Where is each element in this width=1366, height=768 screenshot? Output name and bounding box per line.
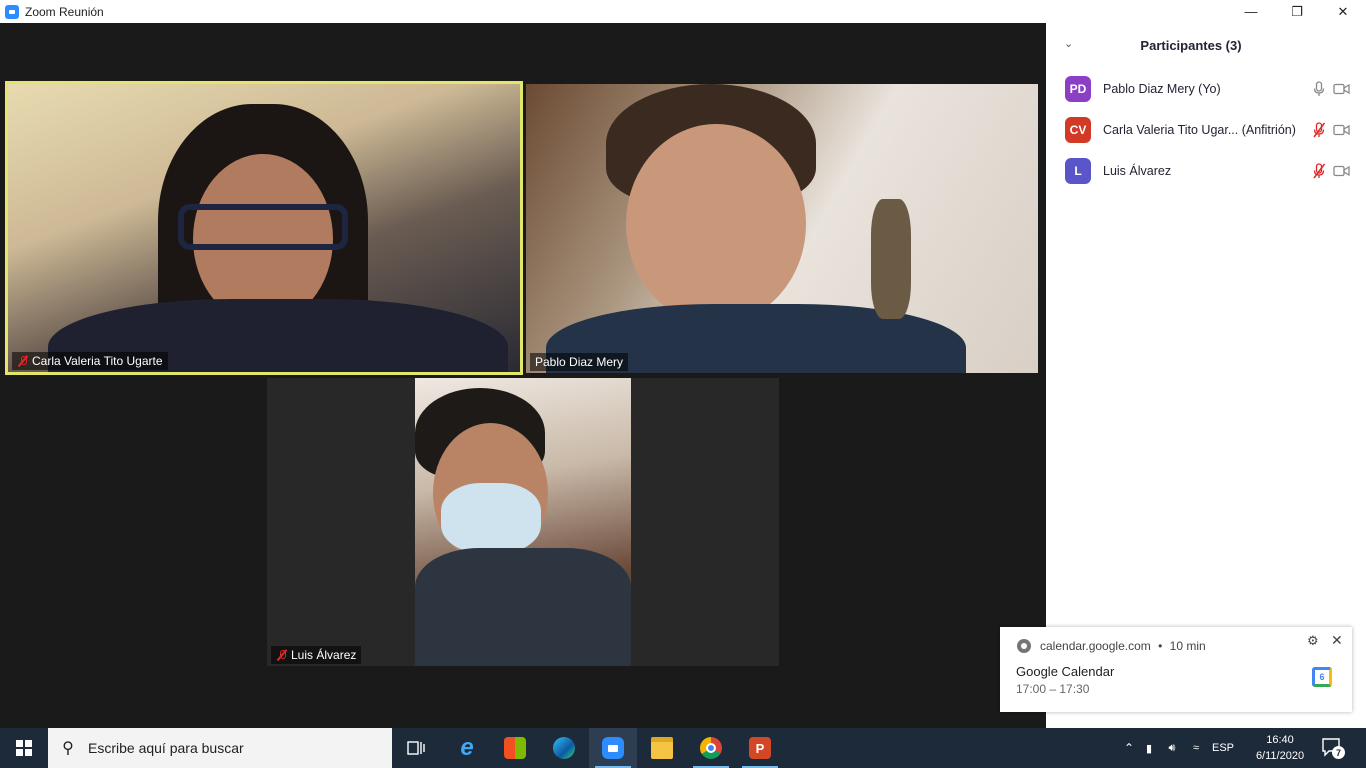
notification-title: Google Calendar <box>1016 664 1115 679</box>
avatar: PD <box>1065 76 1091 102</box>
search-placeholder: Escribe aquí para buscar <box>88 740 244 756</box>
participant-video <box>415 378 631 666</box>
participant-row[interactable]: CV Carla Valeria Tito Ugar... (Anfitrión… <box>1046 110 1366 150</box>
title-bar: Zoom Reunión — ❐ ✕ <box>0 0 1366 23</box>
internet-explorer-icon[interactable]: e <box>443 728 491 768</box>
zoom-app-icon <box>5 4 19 19</box>
muted-mic-icon <box>276 649 288 661</box>
participant-name: Pablo Diaz Mery <box>535 355 624 369</box>
close-icon[interactable]: ✕ <box>1331 632 1343 649</box>
name-tag: Pablo Diaz Mery <box>530 353 629 371</box>
chevron-up-icon[interactable]: ⌃ <box>1120 741 1138 755</box>
participant-face <box>626 124 806 324</box>
clothing <box>415 548 631 666</box>
google-calendar-icon: 6 <box>1312 667 1332 687</box>
edge-icon[interactable] <box>540 728 588 768</box>
participant-name: Carla Valeria Tito Ugarte <box>32 354 163 368</box>
panel-header: ⌄ Participantes (3) <box>1046 23 1366 67</box>
file-explorer-icon[interactable] <box>638 728 686 768</box>
statue-decoration <box>871 199 911 319</box>
avatar: CV <box>1065 117 1091 143</box>
camera-icon[interactable] <box>1333 165 1350 177</box>
notification-source: calendar.google.com • 10 min <box>1040 639 1206 653</box>
muted-mic-icon[interactable] <box>1312 122 1326 138</box>
video-tile-pablo[interactable]: Pablo Diaz Mery <box>526 84 1038 373</box>
start-button[interactable] <box>0 728 48 768</box>
powerpoint-icon[interactable]: P <box>736 728 784 768</box>
camera-icon[interactable] <box>1333 83 1350 95</box>
participants-panel: ⌄ Participantes (3) PD Pablo Diaz Mery (… <box>1046 23 1366 728</box>
collapse-icon[interactable]: ⌄ <box>1064 37 1073 50</box>
video-gallery: Carla Valeria Tito Ugarte Pablo Diaz Mer… <box>0 23 1046 728</box>
participants-title: Participantes (3) <box>1140 37 1242 53</box>
system-tray: ⌃ ▮ 🔊︎ ≈ ESP <box>1120 728 1238 768</box>
clock[interactable]: 16:40 6/11/2020 <box>1252 732 1308 764</box>
taskbar-search[interactable]: ⚲ Escribe aquí para buscar <box>48 728 392 768</box>
clock-time: 16:40 <box>1266 734 1294 746</box>
search-icon: ⚲ <box>62 740 74 757</box>
close-button[interactable]: ✕ <box>1320 0 1366 23</box>
calendar-notification[interactable]: calendar.google.com • 10 min ⚙ ✕ Google … <box>1000 627 1352 712</box>
chrome-icon[interactable] <box>687 728 735 768</box>
mic-icon[interactable] <box>1312 81 1326 97</box>
taskbar: ⚲ Escribe aquí para buscar e P ⌃ ▮ 🔊︎ ≈ … <box>0 728 1366 768</box>
action-center-icon[interactable]: 7 <box>1320 736 1346 760</box>
muted-mic-icon <box>17 355 29 367</box>
avatar: L <box>1065 158 1091 184</box>
face-mask <box>441 483 541 553</box>
restore-button[interactable]: ❐ <box>1274 0 1320 23</box>
battery-icon[interactable]: ▮ <box>1138 742 1160 755</box>
camera-icon[interactable] <box>1333 124 1350 136</box>
windows-icon <box>16 740 32 756</box>
muted-mic-icon[interactable] <box>1312 163 1326 179</box>
video-tile-carla[interactable]: Carla Valeria Tito Ugarte <box>5 81 523 375</box>
participant-name: Luis Álvarez <box>291 648 357 662</box>
store-icon[interactable] <box>491 728 539 768</box>
participant-name: Luis Álvarez <box>1103 164 1172 178</box>
name-tag: Luis Álvarez <box>271 646 362 664</box>
gear-icon[interactable]: ⚙ <box>1307 633 1319 649</box>
task-view-icon[interactable] <box>392 728 440 768</box>
window-title: Zoom Reunión <box>25 4 104 19</box>
notification-count-badge: 7 <box>1332 746 1345 759</box>
window-controls: — ❐ ✕ <box>1228 0 1366 23</box>
chrome-icon <box>1017 639 1031 653</box>
glasses <box>178 204 348 250</box>
zoom-taskbar-icon[interactable] <box>589 728 637 768</box>
participant-row[interactable]: PD Pablo Diaz Mery (Yo) <box>1046 69 1366 109</box>
participant-name: Pablo Diaz Mery (Yo) <box>1103 82 1221 96</box>
minimize-button[interactable]: — <box>1228 0 1274 23</box>
participant-name: Carla Valeria Tito Ugar... (Anfitrión) <box>1103 123 1296 137</box>
participant-row[interactable]: L Luis Álvarez <box>1046 151 1366 191</box>
wifi-icon[interactable]: ≈ <box>1184 742 1208 754</box>
name-tag: Carla Valeria Tito Ugarte <box>12 352 168 370</box>
language-indicator[interactable]: ESP <box>1208 742 1238 754</box>
clock-date: 6/11/2020 <box>1255 750 1305 762</box>
volume-icon[interactable]: 🔊︎ <box>1160 742 1184 755</box>
notification-time: 17:00 – 17:30 <box>1016 682 1090 696</box>
